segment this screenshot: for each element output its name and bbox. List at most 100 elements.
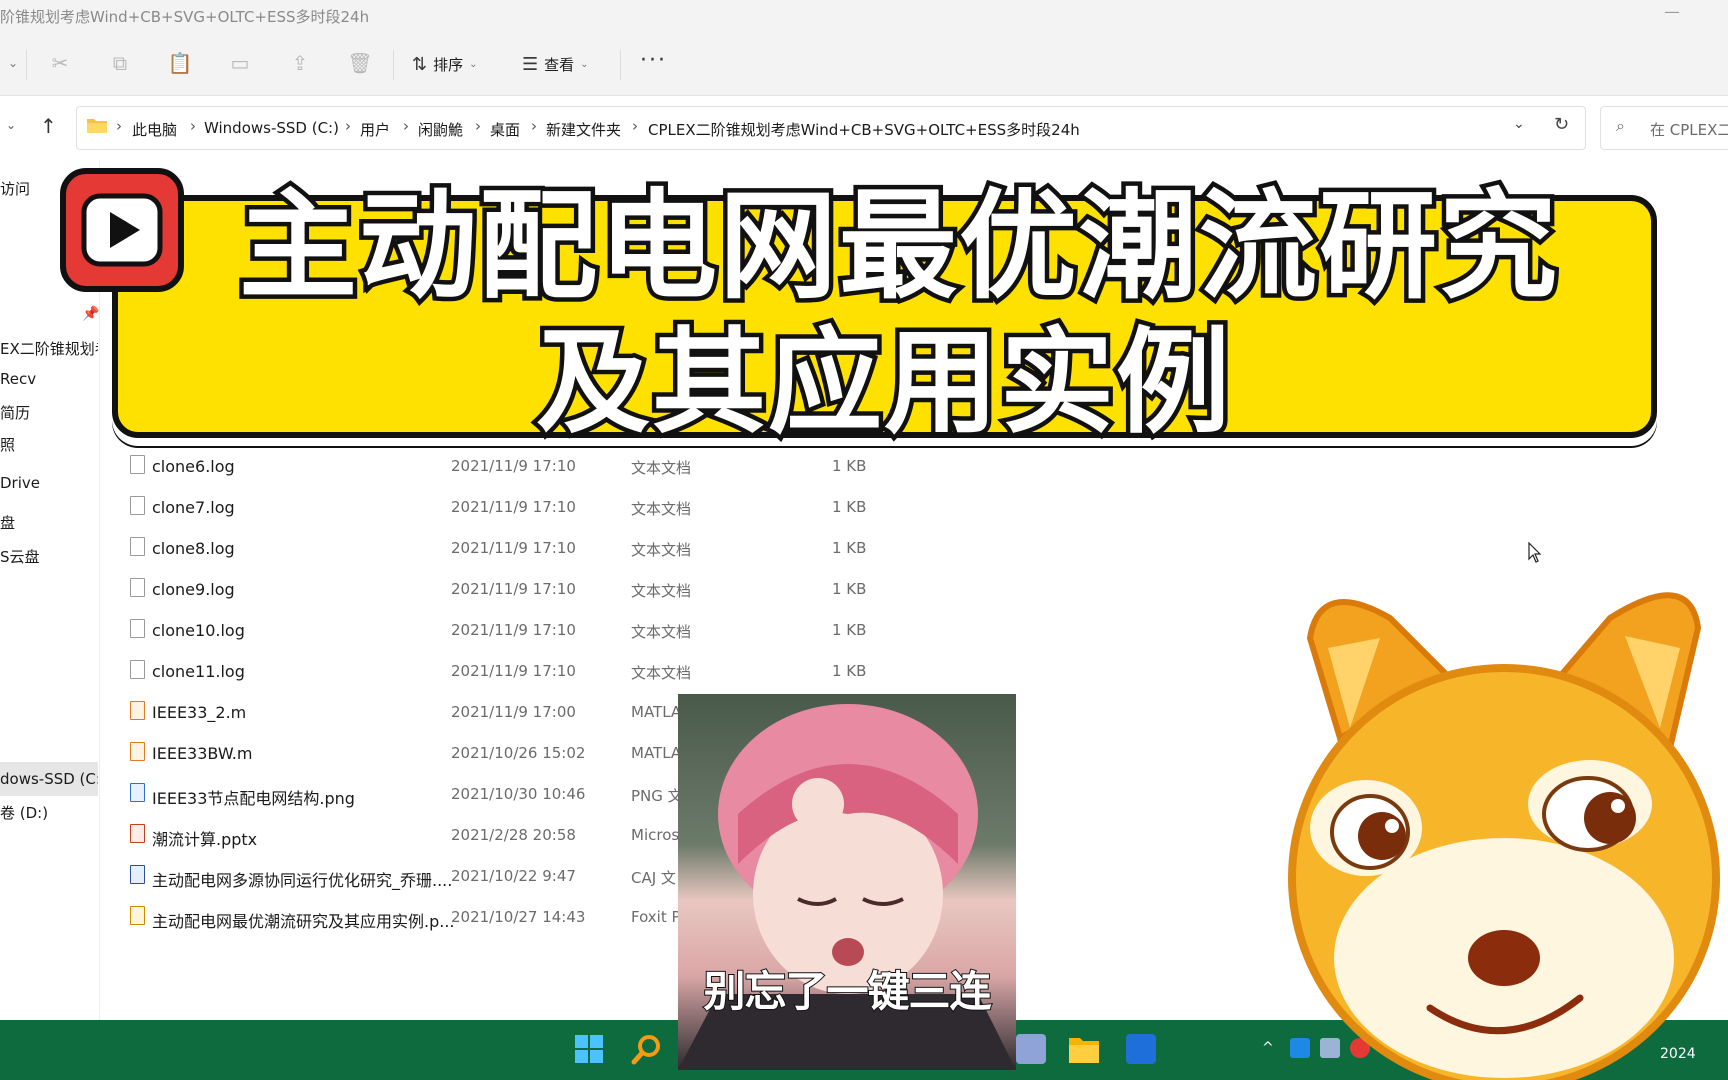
copy-icon[interactable]: ⧉ — [107, 50, 133, 76]
file-name[interactable]: clone8.log — [152, 539, 235, 558]
doge-mascot — [1288, 592, 1720, 1080]
rename-icon[interactable]: ▭ — [227, 50, 253, 76]
breadcrumb-separator-icon[interactable]: › — [531, 117, 537, 135]
breadcrumb-separator-icon[interactable]: › — [475, 117, 481, 135]
photos-app-icon[interactable] — [1126, 1034, 1156, 1064]
matlab-file-icon — [130, 742, 145, 761]
chevron-down-icon: ⌄ — [580, 58, 589, 70]
start-windows-icon[interactable] — [574, 1034, 604, 1064]
minimize-button[interactable]: — — [1664, 2, 1680, 21]
file-type: 文本文档 — [631, 541, 692, 559]
file-type: 文本文档 — [631, 623, 692, 641]
paste-icon[interactable]: 📋 — [167, 50, 193, 76]
text-file-icon — [130, 455, 145, 474]
file-date: 2021/10/30 10:46 — [451, 785, 586, 803]
view-label: 查看 — [544, 55, 575, 74]
file-name[interactable]: 潮流计算.pptx — [152, 826, 257, 850]
file-date: 2021/11/9 17:10 — [451, 498, 576, 516]
up-arrow-icon[interactable]: ↑ — [40, 114, 57, 138]
file-type: PNG 文 — [631, 787, 683, 805]
toolbar-divider — [26, 50, 27, 80]
app-icon[interactable] — [1016, 1034, 1046, 1064]
powerpoint-file-icon — [130, 824, 145, 843]
command-bar — [0, 36, 1728, 96]
breadcrumb-item[interactable]: 用户 — [360, 119, 390, 140]
nav-item[interactable]: S云盘 — [0, 546, 98, 567]
file-size: 1 KB — [832, 621, 867, 639]
nav-item[interactable]: 卷 (D:) — [0, 802, 98, 823]
recent-locations-chevron-icon[interactable]: ⌄ — [6, 118, 16, 132]
file-size: 1 KB — [832, 539, 867, 557]
file-name[interactable]: 主动配电网最优潮流研究及其应用实例.p... — [152, 908, 455, 932]
file-date: 2021/11/9 17:10 — [451, 621, 576, 639]
breadcrumb-separator-icon[interactable]: › — [403, 117, 409, 135]
search-input[interactable]: 在 CPLEX二 — [1650, 119, 1728, 140]
file-type: 文本文档 — [631, 664, 692, 682]
file-date: 2021/11/9 17:10 — [451, 580, 576, 598]
more-options-button[interactable]: ··· — [640, 48, 667, 73]
refresh-icon[interactable]: ↻ — [1554, 114, 1569, 135]
file-name[interactable]: clone11.log — [152, 662, 245, 681]
text-file-icon — [130, 619, 145, 638]
share-icon[interactable]: ⇪ — [287, 50, 313, 76]
file-date: 2021/10/26 15:02 — [451, 744, 586, 762]
nav-item[interactable]: dows-SSD (C:) — [0, 770, 98, 788]
file-name[interactable]: IEEE33BW.m — [152, 744, 252, 763]
mouse-cursor-icon — [1528, 542, 1542, 563]
sort-icon: ⇅ — [412, 53, 428, 75]
file-type: 文本文档 — [631, 459, 692, 477]
file-type: MATLA — [631, 744, 682, 762]
search-icon[interactable] — [630, 1034, 662, 1066]
view-button[interactable]: ☰ 查看 ⌄ — [522, 50, 589, 78]
file-name[interactable]: clone6.log — [152, 457, 235, 476]
file-size: 1 KB — [832, 498, 867, 516]
sticker-caption: 别忘了一键三连 — [702, 966, 992, 1017]
file-type: Micros — [631, 826, 680, 844]
file-name[interactable]: clone7.log — [152, 498, 235, 517]
breadcrumb-separator-icon[interactable]: › — [345, 117, 351, 135]
delete-icon[interactable]: 🗑 — [347, 50, 373, 76]
file-size: 1 KB — [832, 662, 867, 680]
file-date: 2021/11/9 17:00 — [451, 703, 576, 721]
file-name[interactable]: IEEE33_2.m — [152, 703, 246, 722]
breadcrumb-separator-icon[interactable]: › — [116, 117, 122, 135]
breadcrumb-item[interactable]: 新建文件夹 — [546, 119, 621, 140]
view-icon: ☰ — [522, 53, 539, 75]
file-type: MATLA — [631, 703, 682, 721]
file-date: 2021/11/9 17:10 — [451, 662, 576, 680]
toolbar-divider — [620, 50, 621, 80]
new-dropdown-chevron-icon[interactable]: ⌄ — [0, 50, 26, 76]
matlab-file-icon — [130, 701, 145, 720]
banner-title-line2: 及其应用实例 — [531, 312, 1234, 454]
file-name[interactable]: clone10.log — [152, 621, 245, 640]
breadcrumb-item[interactable]: 闲鼩鮠 — [418, 119, 463, 140]
nav-item[interactable]: Drive — [0, 474, 98, 492]
file-date: 2021/10/22 9:47 — [451, 867, 576, 885]
toolbar-divider — [393, 50, 394, 80]
address-history-chevron-icon[interactable]: ⌄ — [1513, 116, 1525, 132]
file-size: 1 KB — [832, 580, 867, 598]
file-name[interactable]: clone9.log — [152, 580, 235, 599]
chevron-down-icon: ⌄ — [469, 58, 478, 70]
breadcrumb-item[interactable]: 此电脑 — [132, 119, 177, 140]
file-type: CAJ 文 — [631, 869, 676, 887]
file-name[interactable]: 主动配电网多源协同运行优化研究_乔珊.... — [152, 867, 452, 891]
breadcrumb-item[interactable]: 桌面 — [490, 119, 520, 140]
file-type: 文本文档 — [631, 500, 692, 518]
text-file-icon — [130, 578, 145, 597]
breadcrumb-separator-icon[interactable]: › — [632, 117, 638, 135]
file-date: 2021/2/28 20:58 — [451, 826, 576, 844]
breadcrumb-item[interactable]: Windows-SSD (C:) — [204, 119, 339, 137]
breadcrumb-separator-icon[interactable]: › — [190, 117, 196, 135]
tray-overflow-icon[interactable]: ^ — [1262, 1040, 1274, 1056]
breadcrumb-item[interactable]: CPLEX二阶锥规划考虑Wind+CB+SVG+OLTC+ESS多时段24h — [648, 119, 1080, 140]
file-date: 2021/11/9 17:10 — [451, 539, 576, 557]
cut-icon[interactable]: ✂ — [47, 50, 73, 76]
window-title: 阶锥规划考虑Wind+CB+SVG+OLTC+ESS多时段24h — [0, 8, 370, 26]
search-icon: ⌕ — [1616, 116, 1625, 135]
file-name[interactable]: IEEE33节点配电网结构.png — [152, 785, 355, 809]
text-file-icon — [130, 496, 145, 515]
sort-button[interactable]: ⇅ 排序 ⌄ — [412, 50, 478, 78]
nav-item[interactable]: 盘 — [0, 512, 98, 533]
file-explorer-icon[interactable] — [1068, 1034, 1100, 1064]
